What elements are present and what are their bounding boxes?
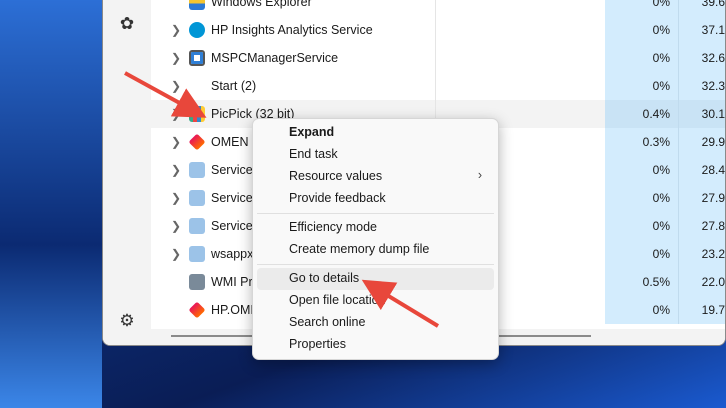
process-row[interactable]: ❯ MSPCManagerService 0% 32.6 xyxy=(151,44,725,72)
menu-item-go-to-details[interactable]: Go to details xyxy=(257,268,494,290)
cpu-value: 0% xyxy=(605,240,679,268)
menu-item-provide-feedback[interactable]: Provide feedback xyxy=(257,188,494,210)
chevron-right-icon[interactable]: ❯ xyxy=(171,191,181,205)
process-name: HP.OMI xyxy=(211,303,254,317)
memory-value: 27.8 xyxy=(679,212,725,240)
memory-value: 32.3 xyxy=(679,72,725,100)
cpu-value: 0% xyxy=(605,156,679,184)
menu-item-label: Efficiency mode xyxy=(289,220,378,234)
cpu-value: 0.5% xyxy=(605,268,679,296)
cpu-value: 0% xyxy=(605,44,679,72)
window-app-icon xyxy=(189,50,205,66)
menu-item-search-online[interactable]: Search online xyxy=(257,312,494,334)
cpu-value: 0% xyxy=(605,212,679,240)
memory-value: 29.9 xyxy=(679,128,725,156)
service-gear-icon xyxy=(189,162,205,178)
desktop-wallpaper xyxy=(0,0,102,408)
hp-icon xyxy=(189,22,205,38)
process-name: Windows Explorer xyxy=(211,0,312,9)
service-gear-icon xyxy=(189,246,205,262)
service-gear-icon xyxy=(189,190,205,206)
nav-pane: ✿ ⚙ xyxy=(103,0,151,345)
chevron-right-icon[interactable]: ❯ xyxy=(171,23,181,37)
service-gear-icon xyxy=(189,218,205,234)
process-row[interactable]: ❯ HP Insights Analytics Service 0% 37.1 xyxy=(151,16,725,44)
chevron-right-icon[interactable]: ❯ xyxy=(171,135,181,149)
cpu-value: 0.4% xyxy=(605,100,679,128)
menu-item-properties[interactable]: Properties xyxy=(257,334,494,356)
process-name: Service xyxy=(211,163,253,177)
process-row[interactable]: Windows Explorer 0% 39.6 xyxy=(151,0,725,16)
chevron-right-icon[interactable]: ❯ xyxy=(171,163,181,177)
blank-icon xyxy=(189,78,205,94)
cpu-value: 0% xyxy=(605,184,679,212)
menu-item-expand[interactable]: Expand xyxy=(257,122,494,144)
menu-item-resource-values[interactable]: Resource values › xyxy=(257,166,494,188)
process-name: MSPCManagerService xyxy=(211,51,339,65)
chevron-right-icon[interactable]: ❯ xyxy=(171,107,181,121)
menu-item-label: Properties xyxy=(289,337,346,351)
menu-separator xyxy=(257,213,494,214)
menu-item-create-memory-dump-file[interactable]: Create memory dump file xyxy=(257,239,494,261)
process-name: Service xyxy=(211,191,253,205)
memory-value: 37.1 xyxy=(679,16,725,44)
cpu-value: 0% xyxy=(605,296,679,324)
chevron-right-icon: › xyxy=(477,168,482,182)
menu-separator xyxy=(257,264,494,265)
cpu-value: 0% xyxy=(605,0,679,16)
cpu-value: 0% xyxy=(605,72,679,100)
cpu-value: 0% xyxy=(605,16,679,44)
memory-value: 32.6 xyxy=(679,44,725,72)
memory-value: 23.2 xyxy=(679,240,725,268)
menu-item-label: Create memory dump file xyxy=(289,242,430,256)
chevron-right-icon[interactable]: ❯ xyxy=(171,79,181,93)
process-name: wsappx xyxy=(211,247,254,261)
memory-value: 28.4 xyxy=(679,156,725,184)
omen-icon xyxy=(188,133,206,151)
omen-icon xyxy=(188,301,206,319)
menu-item-label: Go to details xyxy=(289,271,360,285)
wmi-icon xyxy=(189,274,205,290)
memory-value: 19.7 xyxy=(679,296,725,324)
menu-item-label: Search online xyxy=(289,315,366,329)
process-row[interactable]: ❯ Start (2) 0% 32.3 xyxy=(151,72,725,100)
cpu-value: 0.3% xyxy=(605,128,679,156)
menu-item-label: Open file location xyxy=(289,293,386,307)
menu-item-end-task[interactable]: End task xyxy=(257,144,494,166)
process-name: Start (2) xyxy=(211,79,257,93)
menu-item-label: Resource values xyxy=(289,169,383,183)
memory-value: 39.6 xyxy=(679,0,725,16)
folder-icon xyxy=(189,0,205,10)
picpick-icon xyxy=(189,106,205,122)
memory-value: 30.1 xyxy=(679,100,725,128)
menu-item-label: Expand xyxy=(289,125,335,139)
menu-item-efficiency-mode[interactable]: Efficiency mode xyxy=(257,217,494,239)
chevron-right-icon[interactable]: ❯ xyxy=(171,219,181,233)
menu-item-label: End task xyxy=(289,147,338,161)
menu-item-open-file-location[interactable]: Open file location xyxy=(257,290,494,312)
process-name: Service xyxy=(211,219,253,233)
chevron-right-icon[interactable]: ❯ xyxy=(171,51,181,65)
menu-item-label: Provide feedback xyxy=(289,191,386,205)
settings-gear-icon[interactable]: ⚙ xyxy=(117,311,137,331)
chevron-right-icon[interactable]: ❯ xyxy=(171,247,181,261)
process-name: HP Insights Analytics Service xyxy=(211,23,373,37)
memory-value: 27.9 xyxy=(679,184,725,212)
context-menu: Expand End task Resource values › Provide fe… xyxy=(252,118,499,360)
extensions-icon[interactable]: ✿ xyxy=(117,14,137,34)
memory-value: 22.0 xyxy=(679,268,725,296)
